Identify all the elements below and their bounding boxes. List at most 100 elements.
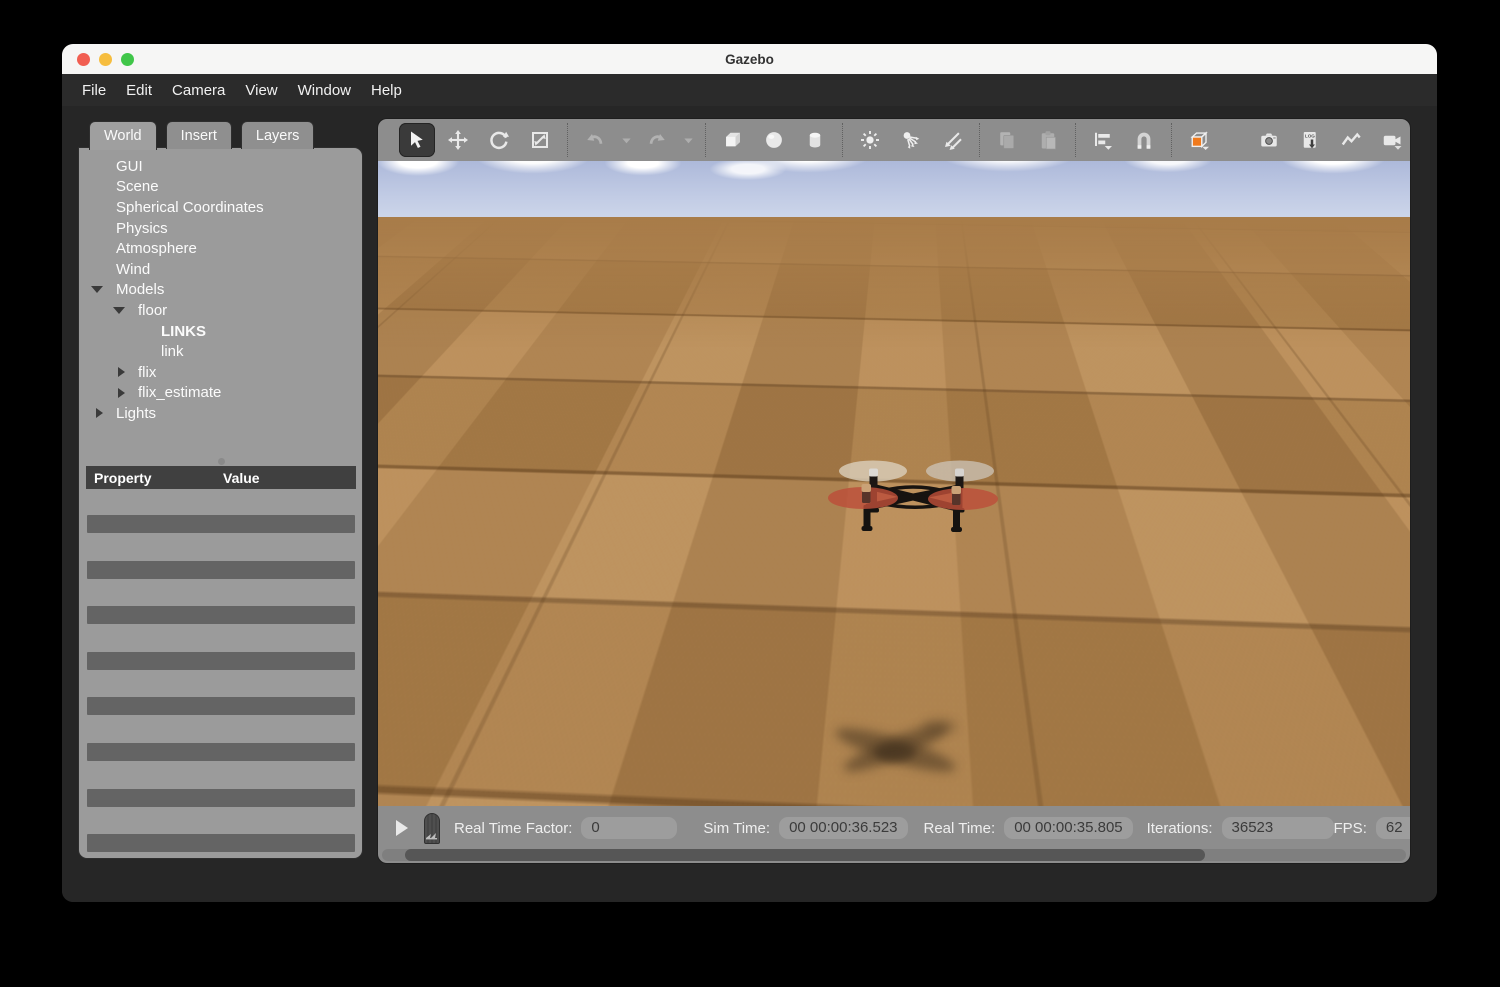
rotate-button[interactable] xyxy=(481,123,517,157)
tree-item-gui[interactable]: GUI xyxy=(79,156,358,177)
plot-icon xyxy=(1341,130,1361,150)
tree-item-label: Scene xyxy=(116,178,159,195)
plot-button[interactable] xyxy=(1333,123,1369,157)
redo-button[interactable] xyxy=(639,123,675,157)
undo-history-button[interactable] xyxy=(618,123,634,157)
spot-light-button[interactable] xyxy=(893,123,929,157)
select-button[interactable] xyxy=(399,123,435,157)
directional-light-button[interactable] xyxy=(934,123,970,157)
property-row-empty xyxy=(87,789,355,807)
collapse-arrow-icon[interactable] xyxy=(113,307,125,314)
screenshot-icon xyxy=(1259,130,1279,150)
viewport-3d[interactable] xyxy=(378,161,1410,806)
view-angle-button[interactable] xyxy=(1181,123,1217,157)
translate-button[interactable] xyxy=(440,123,476,157)
redo-history-button[interactable] xyxy=(680,123,696,157)
collapse-arrow-icon[interactable] xyxy=(91,286,103,293)
splitter-handle[interactable] xyxy=(218,458,225,465)
viewport-hscrollbar[interactable] xyxy=(382,849,1406,861)
expand-arrow-icon[interactable] xyxy=(96,408,103,418)
menu-file[interactable]: File xyxy=(72,82,116,99)
tree-item-label: Spherical Coordinates xyxy=(116,199,264,216)
video-record-button[interactable] xyxy=(1374,123,1410,157)
align-button[interactable] xyxy=(1085,123,1121,157)
tree-item-physics[interactable]: Physics xyxy=(79,218,358,239)
tree-item-link[interactable]: link xyxy=(79,341,358,362)
property-row-empty xyxy=(87,515,355,533)
copy-button[interactable] xyxy=(989,123,1025,157)
tree-item-label: Wind xyxy=(116,261,150,278)
iterations-value: 36523 xyxy=(1222,817,1334,839)
snap-button[interactable] xyxy=(1126,123,1162,157)
tree-item-scene[interactable]: Scene xyxy=(79,177,358,198)
tree-item-atmosphere[interactable]: Atmosphere xyxy=(79,238,358,259)
box-icon xyxy=(723,130,743,150)
paste-button[interactable] xyxy=(1030,123,1066,157)
insert-box-button[interactable] xyxy=(715,123,751,157)
snap-icon xyxy=(1134,130,1154,150)
point-light-button[interactable] xyxy=(852,123,888,157)
tree-item-label: flix_estimate xyxy=(138,384,221,401)
point-light-icon xyxy=(860,130,880,150)
menu-edit[interactable]: Edit xyxy=(116,82,162,99)
step-button[interactable] xyxy=(424,813,440,844)
tree-item-label: floor xyxy=(138,302,167,319)
fps-label: FPS: xyxy=(1334,820,1367,837)
property-row-empty xyxy=(87,606,355,624)
tab-layers[interactable]: Layers xyxy=(241,121,315,149)
panel-tabs: World Insert Layers xyxy=(89,121,314,149)
value-column-header: Value xyxy=(223,470,260,486)
log-record-button[interactable]: LOG xyxy=(1292,123,1328,157)
tab-insert[interactable]: Insert xyxy=(166,121,232,149)
tab-world[interactable]: World xyxy=(89,121,157,150)
tree-item-floor[interactable]: floor xyxy=(79,300,358,321)
real-time-field: Real Time:00 00:00:35.805 xyxy=(924,817,1133,839)
menu-view[interactable]: View xyxy=(235,82,287,99)
tree-item-label: Atmosphere xyxy=(116,240,197,257)
toolbar-group xyxy=(1171,123,1226,157)
tree-item-flix_estimate[interactable]: flix_estimate xyxy=(79,383,358,404)
toolbar-group xyxy=(390,123,567,157)
tree-item-links-header[interactable]: LINKS xyxy=(79,321,358,342)
rotate-icon xyxy=(489,130,509,150)
menu-window[interactable]: Window xyxy=(288,82,361,99)
toolbar-group xyxy=(979,123,1075,157)
drone-model[interactable] xyxy=(802,441,1027,556)
scale-button[interactable] xyxy=(522,123,558,157)
play-button[interactable] xyxy=(396,820,408,836)
property-column-header: Property xyxy=(86,470,152,486)
sim-time-field: Sim Time:00 00:00:36.523 xyxy=(703,817,907,839)
property-row-empty xyxy=(87,652,355,670)
tree-item-flix[interactable]: flix xyxy=(79,362,358,383)
tree-item-spherical-coordinates[interactable]: Spherical Coordinates xyxy=(79,197,358,218)
simulation-status-bar: Real Time Factor:0Sim Time:00 00:00:36.5… xyxy=(378,806,1410,863)
select-icon xyxy=(407,130,427,150)
menu-help[interactable]: Help xyxy=(361,82,412,99)
toolbar-group: LOG xyxy=(1242,123,1410,157)
chevron-small-icon xyxy=(683,135,694,146)
hscrollbar-handle[interactable] xyxy=(405,849,1205,861)
tree-item-label: Lights xyxy=(116,405,156,422)
tree-item-wind[interactable]: Wind xyxy=(79,259,358,280)
title-bar: Gazebo xyxy=(62,44,1437,74)
insert-cylinder-button[interactable] xyxy=(797,123,833,157)
sphere-icon xyxy=(764,130,784,150)
property-table-header: Property Value xyxy=(86,466,356,489)
align-icon xyxy=(1093,130,1113,150)
insert-sphere-button[interactable] xyxy=(756,123,792,157)
menu-camera[interactable]: Camera xyxy=(162,82,235,99)
sim-controls: Real Time Factor:0Sim Time:00 00:00:36.5… xyxy=(378,806,1410,850)
toolbar-group xyxy=(1075,123,1171,157)
expand-arrow-icon[interactable] xyxy=(118,367,125,377)
sim-time-value: 00 00:00:36.523 xyxy=(779,817,907,839)
log-record-icon: LOG xyxy=(1300,130,1320,150)
real-time-factor-value: 0 xyxy=(581,817,677,839)
toolbar-group xyxy=(567,123,705,157)
tree-item-models[interactable]: Models xyxy=(79,280,358,301)
tree-item-lights[interactable]: Lights xyxy=(79,403,358,424)
undo-button[interactable] xyxy=(577,123,613,157)
paste-icon xyxy=(1038,130,1058,150)
render-panel: LOG xyxy=(378,119,1410,863)
screenshot-button[interactable] xyxy=(1251,123,1287,157)
expand-arrow-icon[interactable] xyxy=(118,388,125,398)
